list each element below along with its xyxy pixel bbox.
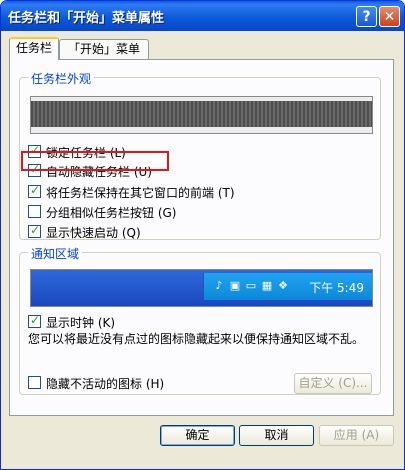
app-icon: ❖ bbox=[278, 279, 288, 292]
clock-text: 下午 5:49 bbox=[309, 281, 364, 295]
window-title: 任务栏和「开始」菜单属性 bbox=[8, 11, 165, 26]
close-button[interactable]: ✕ bbox=[379, 6, 400, 27]
help-button[interactable]: ? bbox=[356, 6, 377, 27]
checkbox-label: 将任务栏保持在其它窗口的前端 (T) bbox=[46, 186, 235, 200]
checkbox-box[interactable]: ✓ bbox=[28, 183, 41, 198]
title-bar[interactable]: 任务栏和「开始」菜单属性 ? ✕ bbox=[1, 1, 404, 31]
question-icon: ? bbox=[362, 9, 371, 25]
group-label-notification: 通知区域 bbox=[28, 245, 83, 262]
checkbox-label: 分组相似任务栏按钮 (G) bbox=[46, 206, 177, 220]
speaker-icon: ♪ bbox=[215, 279, 223, 292]
checkbox-label: 显示快速启动 (Q) bbox=[46, 226, 141, 240]
checkbox-box[interactable] bbox=[28, 376, 41, 389]
taskbar-preview bbox=[30, 96, 373, 134]
checkbox-box[interactable] bbox=[28, 205, 41, 218]
group-label-appearance: 任务栏外观 bbox=[28, 70, 95, 87]
network-icon: ▣ bbox=[229, 279, 241, 292]
system-tray: ♪ ▣ ▭ ▦ ❖ 下午 5:49 bbox=[203, 273, 372, 300]
tab-panel: 任务栏外观 ✓ 锁定任务栏 (L) ✓ 自动隐藏任务栏 (U) ✓ 将任务栏保持… bbox=[9, 59, 394, 416]
check-icon: ✓ bbox=[30, 183, 41, 197]
notification-description: 您可以将最近没有点过的图标隐藏起来以便保持通知区域不乱。 bbox=[28, 332, 365, 346]
check-icon: ✓ bbox=[30, 223, 41, 237]
dialog-window: 任务栏和「开始」菜单属性 ? ✕ 任务栏 「开始」菜单 任务栏外观 ✓ 锁定任务… bbox=[0, 0, 405, 470]
check-icon: ✓ bbox=[30, 313, 41, 327]
ok-button[interactable]: 确定 bbox=[160, 425, 235, 446]
apply-button[interactable]: 应用 (A) bbox=[319, 425, 394, 446]
close-icon: ✕ bbox=[383, 9, 396, 25]
checkbox-box[interactable]: ✓ bbox=[28, 223, 41, 238]
tab-start-menu[interactable]: 「开始」菜单 bbox=[59, 39, 149, 59]
notification-area-group: 通知区域 ♪ ▣ ▭ ▦ ❖ 下午 5:49 ✓ 显示时钟 (K) 您可以将最近… bbox=[19, 245, 381, 395]
monitor-icon: ▭ bbox=[245, 279, 257, 292]
cancel-button[interactable]: 取消 bbox=[239, 425, 314, 446]
keyboard-icon: ▦ bbox=[261, 279, 273, 292]
checkbox-box[interactable]: ✓ bbox=[28, 313, 41, 328]
checkbox-label: 显示时钟 (K) bbox=[46, 316, 116, 330]
customize-button[interactable]: 自定义 (C)... bbox=[294, 373, 372, 394]
tab-taskbar[interactable]: 任务栏 bbox=[9, 37, 59, 60]
notification-preview: ♪ ▣ ▭ ▦ ❖ 下午 5:49 bbox=[30, 269, 373, 307]
checkbox-label: 隐藏不活动的图标 (H) bbox=[46, 377, 165, 391]
highlight-box bbox=[21, 151, 169, 171]
